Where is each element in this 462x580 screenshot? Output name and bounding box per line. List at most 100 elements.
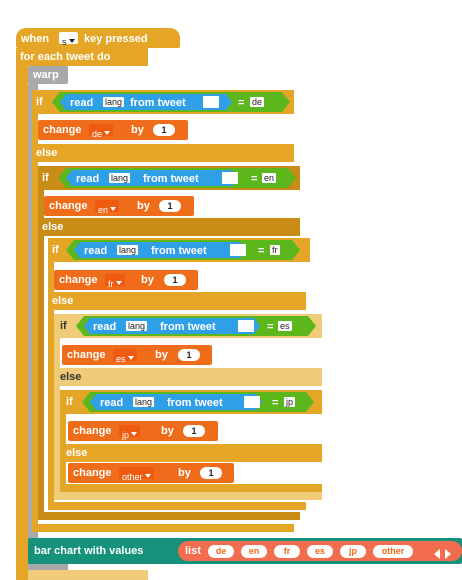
tweet-slot-2[interactable] (222, 172, 238, 184)
else-label: else (52, 295, 74, 307)
for-each-block[interactable]: for each tweet do (16, 48, 148, 66)
by-label: by (178, 467, 191, 479)
by-label: by (161, 425, 174, 437)
chevron-down-icon (131, 431, 138, 436)
for-each-arm (16, 66, 28, 580)
key-value: s (62, 37, 67, 47)
if-end-2 (38, 512, 300, 520)
change-label: change (59, 274, 98, 286)
from-tweet-label: from tweet (151, 245, 207, 257)
amount-input-4[interactable]: 1 (178, 349, 200, 361)
hat-block-when-key-pressed[interactable]: when s key pressed (16, 28, 180, 48)
change-block-4[interactable]: change es by 1 (62, 345, 212, 365)
if-end-4 (54, 492, 322, 500)
key-dropdown[interactable]: s (59, 32, 78, 47)
var-dropdown-3[interactable]: fr (105, 274, 125, 289)
field-slot-1[interactable]: lang (103, 97, 125, 107)
change-label: change (43, 124, 82, 136)
equals-sign: = (251, 173, 258, 185)
var-value: fr (108, 279, 114, 289)
var-dropdown-6[interactable]: other (119, 467, 154, 482)
var-value: de (92, 129, 103, 139)
if-arm-5 (60, 414, 66, 444)
by-label: by (141, 274, 154, 286)
change-block-5[interactable]: change jp by 1 (68, 421, 218, 441)
var-value: jp (122, 430, 130, 440)
amount-input-1[interactable]: 1 (153, 124, 175, 136)
warp-block[interactable]: warp (28, 66, 68, 84)
list-item[interactable]: es (307, 545, 333, 558)
if-label: if (36, 96, 43, 108)
var-value: other (122, 472, 143, 482)
value-slot-4[interactable]: es (278, 321, 292, 331)
value-slot-5[interactable]: jp (284, 397, 296, 407)
else-arm-2 (38, 236, 44, 516)
if-label: if (42, 172, 49, 184)
chevron-down-icon (68, 38, 75, 43)
equals-sign: = (238, 97, 245, 109)
else-bar-3: else (48, 292, 306, 310)
bar-chart-block[interactable]: bar chart with values list de en fr es j… (28, 538, 462, 564)
key-pressed-label: key pressed (84, 33, 148, 45)
list-block[interactable]: list de en fr es jp other (178, 541, 462, 561)
else-bar-5: else (60, 444, 322, 462)
var-dropdown-1[interactable]: de (89, 124, 114, 139)
field-slot-3[interactable]: lang (117, 245, 139, 255)
var-dropdown-5[interactable]: jp (119, 425, 141, 440)
var-dropdown-4[interactable]: es (113, 349, 137, 364)
var-dropdown-2[interactable]: en (95, 200, 120, 215)
change-label: change (73, 467, 112, 479)
change-label: change (73, 425, 112, 437)
var-value: es (116, 354, 126, 364)
if-end-3 (48, 502, 306, 510)
amount-input-6[interactable]: 1 (200, 467, 222, 479)
from-tweet-label: from tweet (143, 173, 199, 185)
for-each-bottom-edge (28, 570, 148, 580)
variadic-arrows-icon[interactable] (432, 546, 454, 559)
change-block-6[interactable]: change other by 1 (68, 463, 234, 483)
change-label: change (49, 200, 88, 212)
by-label: by (131, 124, 144, 136)
if-label: if (66, 396, 73, 408)
if-end-5 (60, 484, 322, 492)
from-tweet-label: from tweet (160, 321, 216, 333)
amount-input-3[interactable]: 1 (164, 274, 186, 286)
arrows-icon-svg (434, 549, 451, 559)
list-item[interactable]: fr (274, 545, 300, 558)
chevron-down-icon (110, 206, 117, 211)
amount-input-2[interactable]: 1 (159, 200, 181, 212)
by-label: by (137, 200, 150, 212)
tweet-slot-4[interactable] (238, 320, 254, 332)
else-bar-1: else (32, 144, 294, 162)
chevron-down-icon (127, 355, 134, 360)
if-arm-4 (54, 338, 60, 368)
tweet-slot-5[interactable] (244, 396, 260, 408)
tweet-slot-1[interactable] (203, 96, 219, 108)
value-slot-1[interactable]: de (250, 97, 265, 107)
change-block-1[interactable]: change de by 1 (38, 120, 188, 140)
value-slot-2[interactable]: en (262, 173, 277, 183)
amount-input-5[interactable]: 1 (183, 425, 205, 437)
list-item[interactable]: de (208, 545, 234, 558)
list-item[interactable]: other (373, 545, 413, 558)
field-slot-5[interactable]: lang (133, 397, 155, 407)
change-block-3[interactable]: change fr by 1 (54, 270, 198, 290)
from-tweet-label: from tweet (130, 97, 186, 109)
field-slot-4[interactable]: lang (126, 321, 148, 331)
tweet-slot-3[interactable] (230, 244, 246, 256)
chevron-down-icon (115, 280, 122, 285)
else-label: else (42, 221, 64, 233)
equals-sign: = (267, 321, 274, 333)
read-label: read (84, 245, 108, 257)
read-label: read (93, 321, 117, 333)
field-slot-2[interactable]: lang (109, 173, 131, 183)
else-label: else (66, 447, 88, 459)
list-item[interactable]: jp (340, 545, 366, 558)
value-slot-3[interactable]: fr (270, 245, 280, 255)
else-bar-2: else (38, 218, 300, 236)
list-item[interactable]: en (241, 545, 267, 558)
change-block-2[interactable]: change en by 1 (44, 196, 194, 216)
bar-chart-label: bar chart with values (34, 545, 144, 557)
else-bar-4: else (54, 368, 322, 386)
read-label: read (76, 173, 100, 185)
